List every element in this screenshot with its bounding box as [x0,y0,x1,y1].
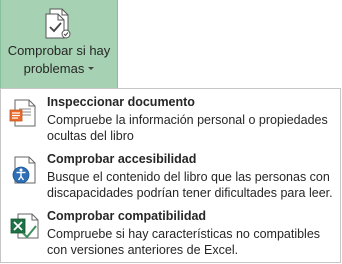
check-for-issues-panel: Comprobar si hay problemas Inspeccionar … [0,0,342,264]
check-for-issues-menu: Inspeccionar documento Compruebe la info… [0,88,341,263]
menu-item-description: Busque el contenido del libro que las pe… [47,170,333,200]
inspect-document-icon [9,97,41,129]
ribbon-label-line2: problemas [23,61,85,76]
accessibility-icon [9,154,41,186]
menu-item-inspect-document[interactable]: Inspeccionar documento Compruebe la info… [1,91,340,147]
document-check-icon [41,6,75,42]
ribbon-label-line1: Comprobar si hay [7,43,111,58]
compatibility-icon [9,211,41,243]
check-for-issues-button[interactable]: Comprobar si hay problemas [0,0,118,89]
chevron-down-icon [88,67,95,71]
menu-item-description: Compruebe si hay características no comp… [47,227,321,257]
menu-item-title: Comprobar compatibilidad [47,209,207,223]
menu-item-title: Comprobar accesibilidad [47,152,197,166]
menu-item-description: Compruebe la información personal o prop… [47,113,328,143]
check-for-issues-label: Comprobar si hay problemas [1,42,117,78]
menu-item-check-compatibility[interactable]: Comprobar compatibilidad Compruebe si ha… [1,205,340,261]
menu-item-title: Inspeccionar documento [47,95,195,109]
menu-item-check-accessibility[interactable]: Comprobar accesibilidad Busque el conten… [1,148,340,204]
